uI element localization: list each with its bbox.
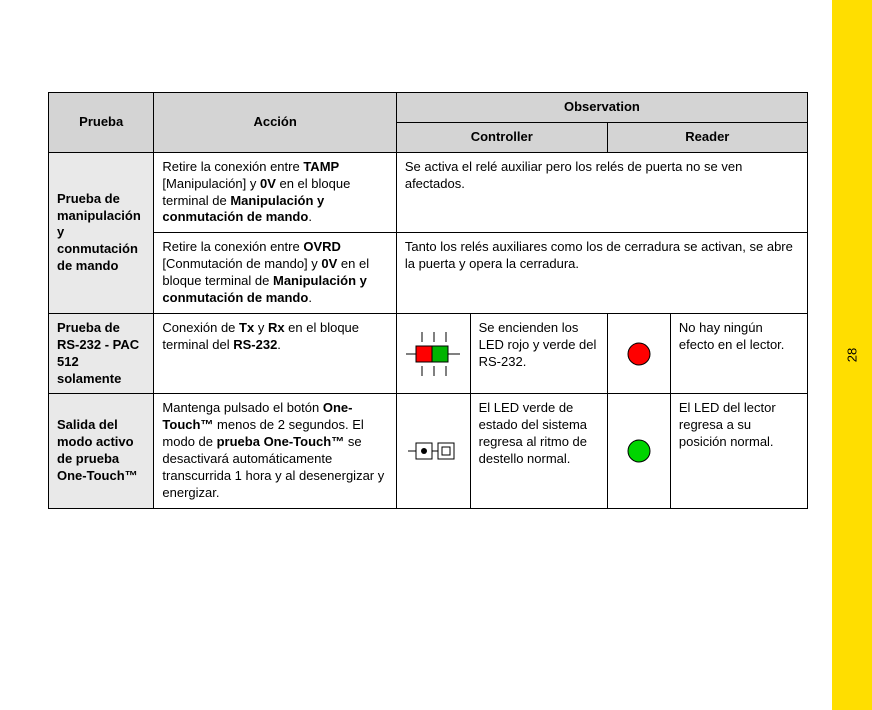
table-row: Retire la conexión entre OVRD [Conmutaci… <box>49 233 808 314</box>
led-red-icon <box>625 340 653 368</box>
led-green-icon <box>625 437 653 465</box>
reader-text-cell: No hay ningún efecto en el lector. <box>670 313 807 394</box>
accion-cell: Retire la conexión entre OVRD [Conmutaci… <box>154 233 396 314</box>
accion-cell: Mantenga pulsado el botón One-Touch™ men… <box>154 394 396 508</box>
controller-text-cell: Se encienden los LED rojo y verde del RS… <box>470 313 607 394</box>
controller-icon-cell <box>396 394 470 508</box>
led-button-terminal-icon <box>408 437 458 465</box>
accion-cell: Conexión de Tx y Rx en el bloque termina… <box>154 313 396 394</box>
led-red-green-terminal-icon <box>406 332 460 376</box>
controller-icon-cell <box>396 313 470 394</box>
table-row: Prueba de manipulación y conmutación de … <box>49 152 808 233</box>
controller-text-cell: El LED verde de estado del sistema regre… <box>470 394 607 508</box>
prueba-cell: Prueba de manipulación y conmutación de … <box>49 152 154 313</box>
observation-cell: Se activa el relé auxiliar pero los relé… <box>396 152 807 233</box>
reader-icon-cell <box>607 313 670 394</box>
header-prueba: Prueba <box>49 93 154 153</box>
table-row: Prueba de RS-232 - PAC 512 solamente Con… <box>49 313 808 394</box>
page-number: 28 <box>845 348 860 362</box>
accion-cell: Retire la conexión entre TAMP [Manipulac… <box>154 152 396 233</box>
header-controller: Controller <box>396 122 607 152</box>
page-side-tab: 28 <box>832 0 872 710</box>
header-observation: Observation <box>396 93 807 123</box>
reader-icon-cell <box>607 394 670 508</box>
prueba-cell: Prueba de RS-232 - PAC 512 solamente <box>49 313 154 394</box>
header-accion: Acción <box>154 93 396 153</box>
observations-table: Prueba Acción Observation Controller Rea… <box>48 92 808 509</box>
header-reader: Reader <box>607 122 807 152</box>
table-row: Salida del modo activo de prueba One-Tou… <box>49 394 808 508</box>
reader-text-cell: El LED del lector regresa a su posición … <box>670 394 807 508</box>
prueba-cell: Salida del modo activo de prueba One-Tou… <box>49 394 154 508</box>
observation-cell: Tanto los relés auxiliares como los de c… <box>396 233 807 314</box>
